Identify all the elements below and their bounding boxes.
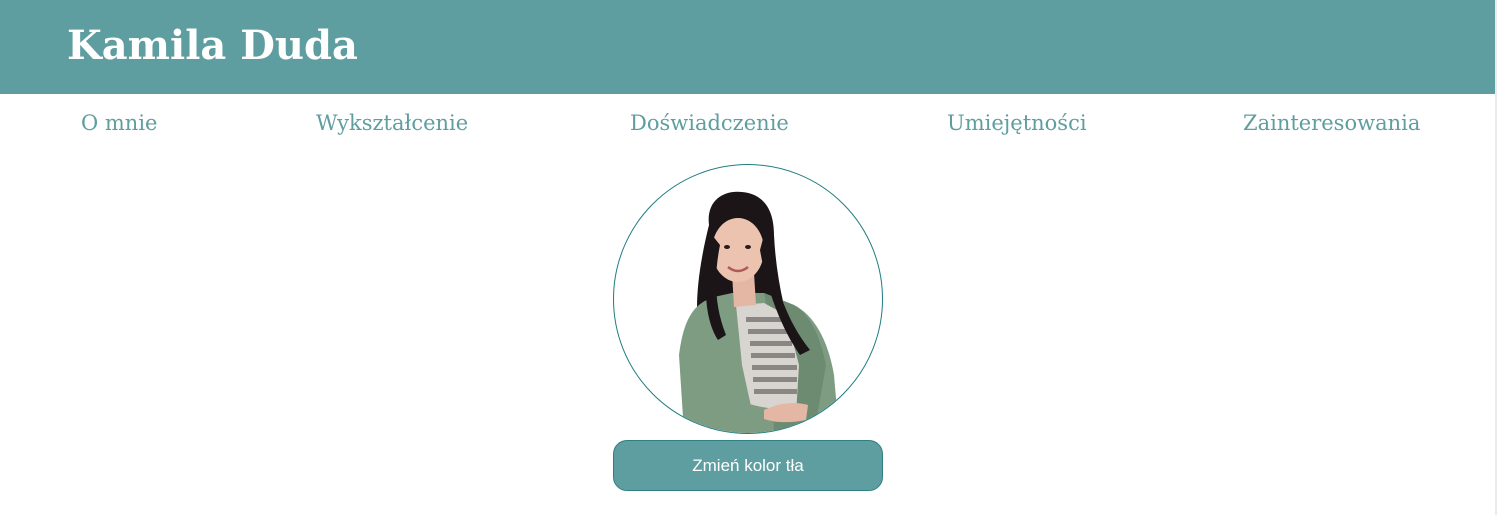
change-background-color-button[interactable]: Zmień kolor tła <box>613 440 883 491</box>
nav-item-o-mnie[interactable]: O mnie <box>81 109 157 137</box>
nav-item-doswiadczenie[interactable]: Doświadczenie <box>630 109 789 137</box>
profile-photo-illustration <box>679 191 839 433</box>
nav-item-wyksztalcenie[interactable]: Wykształcenie <box>316 109 468 137</box>
nav-item-zainteresowania[interactable]: Zainteresowania <box>1243 109 1420 137</box>
site-header: Kamila Duda <box>0 0 1495 94</box>
site-title: Kamila Duda <box>67 22 358 69</box>
nav-item-umiejetnosci[interactable]: Umiejętności <box>947 109 1087 137</box>
profile-photo <box>613 164 883 434</box>
